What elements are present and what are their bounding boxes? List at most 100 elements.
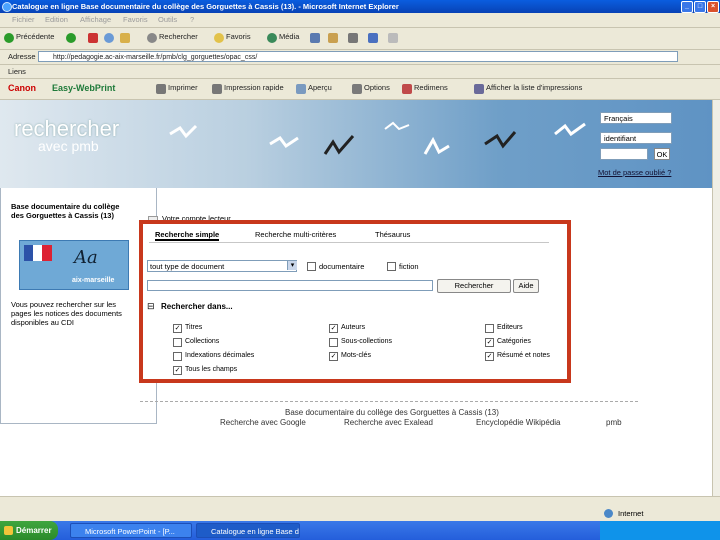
print-icon[interactable] bbox=[348, 33, 358, 43]
security-zone: Internet bbox=[618, 509, 644, 518]
pmb-link[interactable]: pmb bbox=[606, 418, 622, 427]
exalead-search-link[interactable]: Recherche avec Exalead bbox=[344, 418, 433, 427]
fiction-label: fiction bbox=[399, 262, 419, 271]
taskbar: Démarrer Microsoft PowerPoint - [P... Ca… bbox=[0, 521, 720, 540]
ie-icon bbox=[2, 2, 12, 12]
print-list-icon[interactable] bbox=[474, 84, 484, 94]
login-input[interactable]: identifiant bbox=[600, 132, 672, 144]
search-button[interactable]: Rechercher bbox=[437, 279, 511, 293]
field-label: Résumé et notes bbox=[497, 352, 550, 359]
menu-edition[interactable]: Edition bbox=[45, 15, 68, 24]
windows-logo-icon bbox=[4, 526, 13, 535]
field-checkbox[interactable]: ✓ bbox=[329, 324, 338, 333]
quick-print-icon[interactable] bbox=[212, 84, 222, 94]
taskbar-browser[interactable]: Catalogue en ligne Base d... bbox=[196, 523, 300, 538]
home-icon[interactable] bbox=[120, 33, 130, 43]
options-icon[interactable] bbox=[352, 84, 362, 94]
preview-icon[interactable] bbox=[296, 84, 306, 94]
address-bar: Adresse http://pedagogie.ac-aix-marseill… bbox=[0, 50, 720, 65]
menu-help[interactable]: ? bbox=[190, 15, 194, 24]
footer-title: Base documentaire du collège des Gorguet… bbox=[285, 408, 499, 417]
canon-print-button[interactable]: Imprimer bbox=[168, 83, 198, 92]
maximize-button[interactable]: □ bbox=[694, 1, 706, 13]
stop-icon[interactable] bbox=[88, 33, 98, 43]
field-checkbox[interactable] bbox=[329, 338, 338, 347]
collapse-icon[interactable]: ⊟ bbox=[147, 302, 155, 311]
taskbar-powerpoint[interactable]: Microsoft PowerPoint - [P... bbox=[70, 523, 192, 538]
window-title-bar[interactable]: Catalogue en ligne Base documentaire du … bbox=[0, 0, 720, 13]
banner-subtitle: avec pmb bbox=[38, 138, 99, 154]
forward-arrow-icon[interactable] bbox=[66, 33, 76, 43]
field-checkbox[interactable]: ✓ bbox=[329, 352, 338, 361]
menu-affichage[interactable]: Affichage bbox=[80, 15, 111, 24]
discuss-icon[interactable] bbox=[388, 33, 398, 43]
search-tabs: Recherche simple Recherche multi-critère… bbox=[149, 228, 549, 243]
back-button[interactable]: Précédente bbox=[16, 32, 54, 41]
window-title: Catalogue en ligne Base documentaire du … bbox=[12, 2, 399, 11]
favorites-star-icon[interactable] bbox=[214, 33, 224, 43]
chevron-down-icon[interactable]: ▾ bbox=[287, 261, 297, 270]
forgot-password-link[interactable]: Mot de passe oublié ? bbox=[598, 168, 671, 177]
field-label: Auteurs bbox=[341, 324, 366, 331]
search-panel: Recherche simple Recherche multi-critère… bbox=[139, 220, 571, 383]
resize-icon[interactable] bbox=[402, 84, 412, 94]
vertical-scrollbar[interactable] bbox=[712, 100, 720, 496]
search-button[interactable]: Rechercher bbox=[159, 32, 198, 41]
menu-fichier[interactable]: Fichier bbox=[12, 15, 35, 24]
canon-print-list-button[interactable]: Afficher la liste d'impressions bbox=[486, 83, 582, 92]
documentaire-label: documentaire bbox=[319, 262, 365, 271]
help-button[interactable]: Aide bbox=[513, 279, 539, 293]
page-content: rechercher avec pmb Français identifiant… bbox=[0, 100, 712, 496]
links-bar: Liens bbox=[0, 65, 720, 79]
field-label: Tous les champs bbox=[185, 366, 238, 373]
academy-logo-text: aix-marseille bbox=[72, 277, 115, 284]
field-checkbox[interactable] bbox=[173, 338, 182, 347]
tab-simple-search[interactable]: Recherche simple bbox=[155, 230, 220, 241]
system-tray bbox=[600, 521, 720, 540]
print-icon[interactable] bbox=[156, 84, 166, 94]
wikipedia-link[interactable]: Encyclopédie Wikipédia bbox=[476, 418, 561, 427]
menu-favoris[interactable]: Favoris bbox=[123, 15, 148, 24]
language-select[interactable]: Français bbox=[600, 112, 672, 124]
academy-logo: Aa aix-marseille bbox=[19, 240, 129, 290]
field-checkbox[interactable]: ✓ bbox=[173, 366, 182, 375]
menu-outils[interactable]: Outils bbox=[158, 15, 177, 24]
back-arrow-icon[interactable] bbox=[4, 33, 14, 43]
field-checkbox[interactable]: ✓ bbox=[173, 324, 182, 333]
canon-resize-button[interactable]: Redimens bbox=[414, 83, 448, 92]
media-icon[interactable] bbox=[267, 33, 277, 43]
tab-multi-criteria[interactable]: Recherche multi-critères bbox=[255, 230, 336, 239]
header-banner: rechercher avec pmb Français identifiant… bbox=[0, 100, 712, 188]
canon-preview-button[interactable]: Aperçu bbox=[308, 83, 332, 92]
media-button[interactable]: Média bbox=[279, 32, 299, 41]
mail-icon[interactable] bbox=[328, 33, 338, 43]
canon-toolbar: Canon Easy-WebPrint Imprimer Impression … bbox=[0, 79, 720, 100]
history-icon[interactable] bbox=[310, 33, 320, 43]
google-search-link[interactable]: Recherche avec Google bbox=[220, 418, 306, 427]
minimize-button[interactable]: _ bbox=[681, 1, 693, 13]
canon-quick-print-button[interactable]: Impression rapide bbox=[224, 83, 284, 92]
status-bar: Internet bbox=[0, 496, 720, 522]
field-checkbox[interactable] bbox=[173, 352, 182, 361]
documentaire-checkbox[interactable] bbox=[307, 262, 316, 271]
password-input[interactable] bbox=[600, 148, 648, 160]
address-input[interactable]: http://pedagogie.ac-aix-marseille.fr/pmb… bbox=[38, 51, 678, 62]
login-ok-button[interactable]: OK bbox=[654, 148, 670, 160]
links-label[interactable]: Liens bbox=[8, 67, 26, 76]
document-type-select[interactable]: tout type de document bbox=[147, 260, 297, 272]
sidebar-description: Vous pouvez rechercher sur les pages les… bbox=[11, 300, 122, 327]
refresh-icon[interactable] bbox=[104, 33, 114, 43]
field-checkbox[interactable]: ✓ bbox=[485, 352, 494, 361]
search-icon[interactable] bbox=[147, 33, 157, 43]
search-input[interactable] bbox=[147, 280, 433, 291]
favorites-button[interactable]: Favoris bbox=[226, 32, 251, 41]
field-checkbox[interactable]: ✓ bbox=[485, 338, 494, 347]
field-label: Catégories bbox=[497, 338, 531, 345]
fiction-checkbox[interactable] bbox=[387, 262, 396, 271]
field-checkbox[interactable] bbox=[485, 324, 494, 333]
canon-logo: Canon bbox=[8, 83, 36, 93]
canon-options-button[interactable]: Options bbox=[364, 83, 390, 92]
tab-thesaurus[interactable]: Thésaurus bbox=[375, 230, 410, 239]
edit-icon[interactable] bbox=[368, 33, 378, 43]
close-button[interactable]: × bbox=[707, 1, 719, 13]
